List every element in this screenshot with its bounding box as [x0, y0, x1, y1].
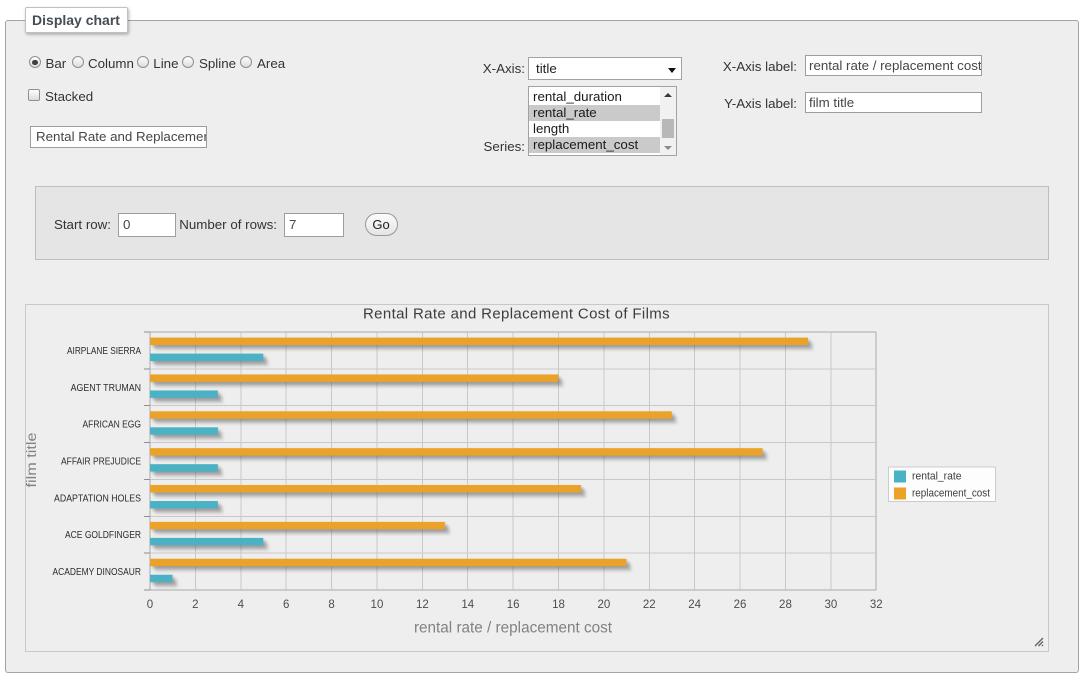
svg-text:20: 20	[598, 599, 611, 611]
svg-text:6: 6	[283, 599, 289, 611]
svg-text:ACE GOLDFINGER: ACE GOLDFINGER	[65, 530, 141, 541]
svg-text:4: 4	[238, 599, 245, 611]
svg-text:AGENT TRUMAN: AGENT TRUMAN	[71, 383, 141, 394]
svg-text:ADAPTATION HOLES: ADAPTATION HOLES	[54, 493, 141, 504]
svg-text:replacement_cost: replacement_cost	[912, 487, 990, 499]
svg-text:0: 0	[147, 599, 153, 611]
svg-text:12: 12	[416, 599, 429, 611]
svg-text:AFFAIR PREJUDICE: AFFAIR PREJUDICE	[61, 457, 141, 468]
svg-text:14: 14	[461, 599, 474, 611]
svg-text:26: 26	[734, 599, 747, 611]
svg-text:Rental Rate and Replacement Co: Rental Rate and Replacement Cost of Film…	[363, 306, 670, 323]
svg-text:rental_rate: rental_rate	[912, 470, 962, 482]
svg-text:18: 18	[552, 599, 565, 611]
svg-text:film title: film title	[26, 433, 39, 488]
svg-text:32: 32	[870, 599, 883, 611]
svg-text:8: 8	[328, 599, 334, 611]
svg-text:ACADEMY DINOSAUR: ACADEMY DINOSAUR	[53, 567, 142, 578]
svg-text:16: 16	[507, 599, 520, 611]
svg-text:22: 22	[643, 599, 656, 611]
svg-text:24: 24	[688, 599, 701, 611]
svg-text:AFRICAN EGG: AFRICAN EGG	[83, 420, 142, 431]
svg-text:AIRPLANE SIERRA: AIRPLANE SIERRA	[67, 346, 141, 357]
svg-text:rental rate / replacement cost: rental rate / replacement cost	[414, 620, 613, 637]
svg-text:10: 10	[371, 599, 384, 611]
svg-text:2: 2	[192, 599, 198, 611]
svg-text:30: 30	[824, 599, 837, 611]
svg-text:28: 28	[779, 599, 792, 611]
